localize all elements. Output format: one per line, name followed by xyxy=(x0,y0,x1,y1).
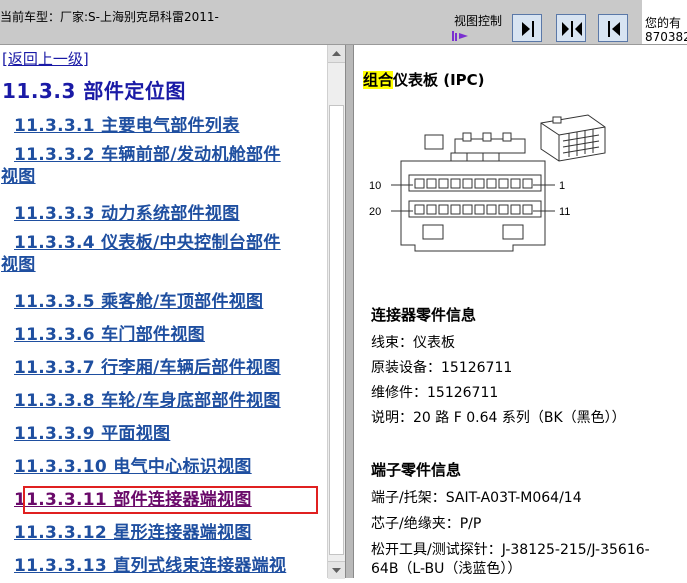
terminal-core: 芯子/绝缘夹：P/P xyxy=(371,516,482,532)
split-view-button[interactable] xyxy=(556,14,586,42)
next-view-button[interactable] xyxy=(512,14,542,42)
pin-label-20: 20 xyxy=(369,206,381,218)
toc-item-11-3-3-12[interactable]: 11.3.3.12 星形连接器端视图 xyxy=(14,518,252,543)
toc-item-wrap: 视图 xyxy=(1,167,36,187)
scroll-up-button[interactable] xyxy=(328,45,345,63)
split-view-icon xyxy=(562,21,582,37)
component-title-highlight: 组合 xyxy=(363,71,394,89)
view-control-label: 视图控制 xyxy=(454,14,503,28)
toc-scrollbar[interactable] xyxy=(327,45,345,579)
toc-item-11-3-3-7[interactable]: 11.3.3.7 行李厢/车辆后部件视图 xyxy=(14,353,281,378)
content-pane: 组合仪表板 (IPC) 10 1 20 11 连接器零件信息 线束：仪表板 原装… xyxy=(355,45,687,578)
toc-item-11-3-3-9[interactable]: 11.3.3.9 平面视图 xyxy=(14,419,170,444)
chevron-up-icon xyxy=(332,51,341,56)
current-car-model: 当前车型：厂家:S-上海别克昂科雷2011- xyxy=(0,10,219,24)
prev-view-button[interactable] xyxy=(598,14,628,42)
toc-item-11-3-3-2[interactable]: 11.3.3.2 车辆前部/发动机舱部件 视图 xyxy=(1,144,326,188)
connector-face-view xyxy=(400,132,546,252)
user-info-line2: 870382 xyxy=(645,30,687,44)
toc-item-11-3-3-4[interactable]: 11.3.3.4 仪表板/中央控制台部件 视图 xyxy=(1,232,326,276)
toc-item-11-3-3-6[interactable]: 11.3.3.6 车门部件视图 xyxy=(14,320,205,345)
connector-harness: 线束：仪表板 xyxy=(371,335,455,351)
pin-label-1: 1 xyxy=(559,180,565,192)
pane-splitter[interactable] xyxy=(345,45,354,578)
scroll-thumb[interactable] xyxy=(329,105,344,555)
connector-service: 维修件：15126711 xyxy=(371,385,499,401)
connector-info-heading: 连接器零件信息 xyxy=(371,306,477,324)
toc-item-11-3-3-10[interactable]: 11.3.3.10 电气中心标识视图 xyxy=(14,452,252,477)
component-title: 组合仪表板 (IPC) xyxy=(363,69,485,90)
chevron-down-icon xyxy=(332,568,341,573)
scroll-down-button[interactable] xyxy=(328,561,345,579)
toc-item-11-3-3-3[interactable]: 11.3.3.3 动力系统部件视图 xyxy=(14,199,240,224)
back-link[interactable]: [返回上一级] xyxy=(2,48,89,69)
pin-label-11: 11 xyxy=(559,206,570,218)
view-slider-icon[interactable] xyxy=(452,28,472,42)
toc-item-11-3-3-8[interactable]: 11.3.3.8 车轮/车身底部部件视图 xyxy=(14,386,281,411)
arrow-left-bar-icon xyxy=(608,21,620,37)
component-title-rest: 仪表板 (IPC) xyxy=(393,71,485,89)
user-info-line1: 您的有 xyxy=(645,16,682,30)
terminal-part: 端子/托架：SAIT-A03T-M064/14 xyxy=(371,490,582,506)
arrow-right-bar-icon xyxy=(522,21,534,37)
toc-item-11-3-3-5[interactable]: 11.3.3.5 乘客舱/车顶部件视图 xyxy=(14,287,263,312)
connector-oem: 原装设备：15126711 xyxy=(371,360,513,376)
connector-diagram: 10 1 20 11 xyxy=(369,114,606,252)
connector-3d-icon xyxy=(540,114,606,162)
selection-highlight-box xyxy=(23,486,318,514)
terminal-tool-line1: 松开工具/测试探针：J-38125-215/J-35616- xyxy=(371,542,650,558)
toc-item-11-3-3-13[interactable]: 11.3.3.13 直列式线束连接器端视 xyxy=(14,551,286,576)
toc-item-11-3-3-1[interactable]: 11.3.3.1 主要电气部件列表 xyxy=(14,111,240,136)
section-title[interactable]: 11.3.3 部件定位图 xyxy=(2,75,186,104)
pin-label-10: 10 xyxy=(369,180,381,192)
user-info: 您的有 870382 xyxy=(642,0,687,44)
terminal-tool-line2: 64B（L-BU（浅蓝色）） xyxy=(371,561,522,577)
connector-description: 说明：20 路 F 0.64 系列（BK（黑色）） xyxy=(371,410,626,426)
terminal-info-heading: 端子零件信息 xyxy=(371,461,462,479)
toc-item-wrap: 视图 xyxy=(1,255,36,275)
top-toolbar: 当前车型：厂家:S-上海别克昂科雷2011- 视图控制 您的有 870382 xyxy=(0,0,687,45)
